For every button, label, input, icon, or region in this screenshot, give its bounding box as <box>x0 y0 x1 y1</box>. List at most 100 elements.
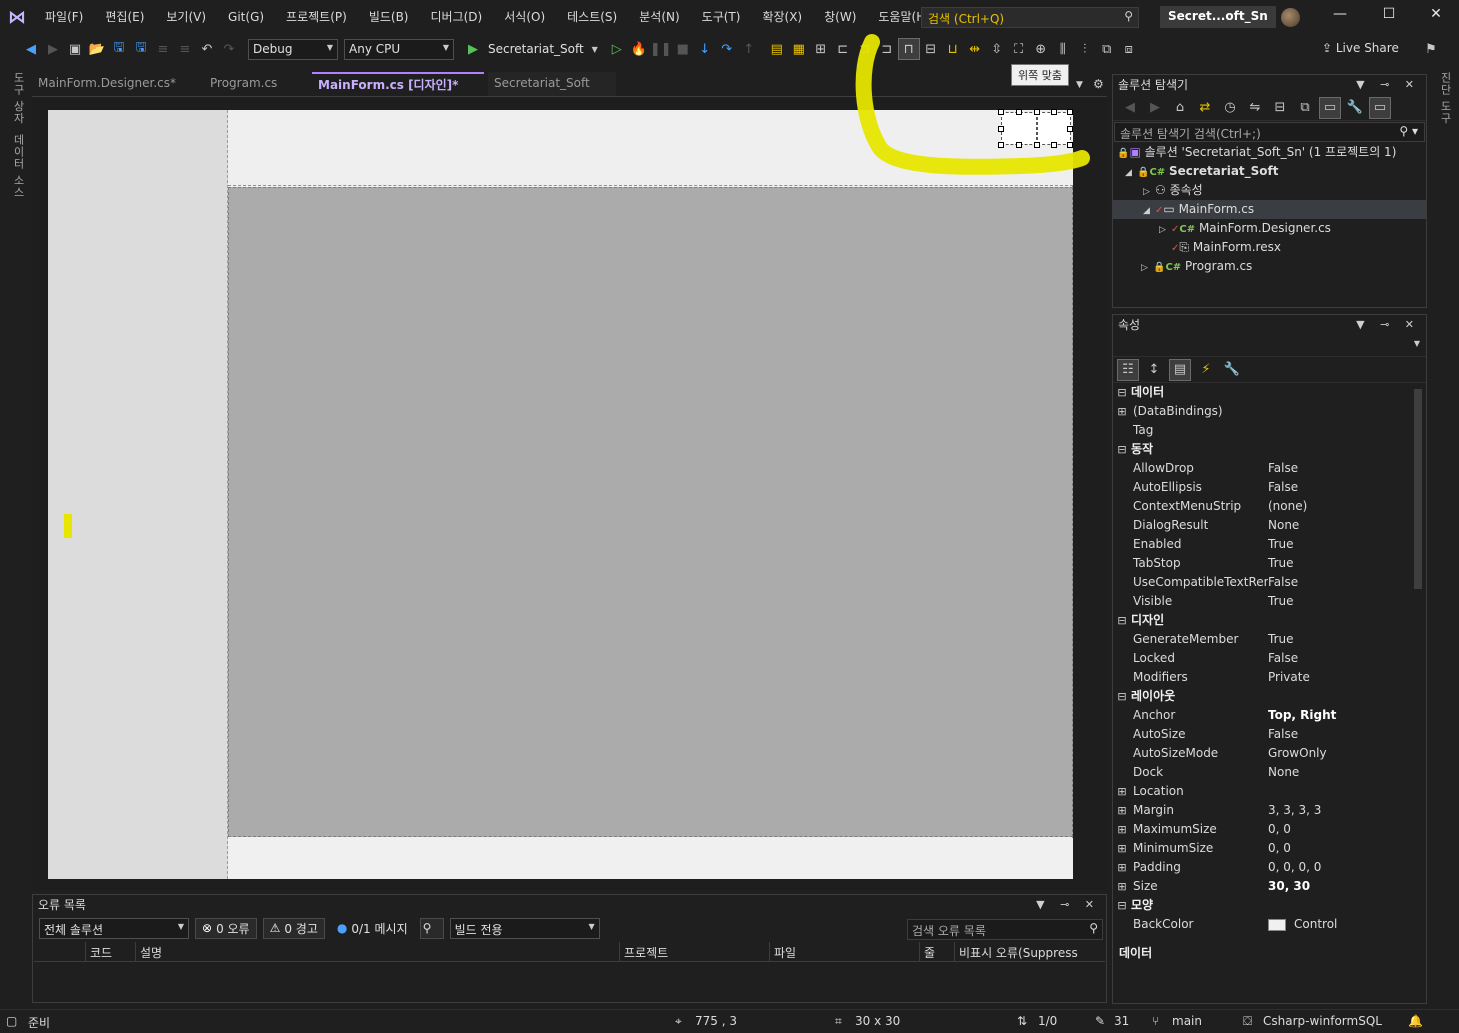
errors-filter-button[interactable]: ⊗ 0 오류 <box>195 917 257 939</box>
align-middles-icon[interactable]: ⊟ <box>920 38 942 60</box>
step-into-icon[interactable]: ↓ <box>694 38 716 60</box>
tree-project[interactable]: ◢ 🔒C# Secretariat_Soft <box>1113 162 1426 181</box>
start-debug-icon[interactable]: ▶ <box>462 38 484 60</box>
align-tops-icon[interactable]: ⊓ <box>897 38 920 60</box>
step-over-icon[interactable]: ↷ <box>716 38 738 60</box>
collapse-icon[interactable]: ⊟ <box>1113 611 1131 630</box>
settings-gear-icon[interactable]: ⚙ <box>1093 77 1104 91</box>
properties-scrollbar[interactable] <box>1414 389 1422 589</box>
property-row[interactable]: Modifiers Private <box>1113 668 1426 687</box>
property-row[interactable]: AutoSize False <box>1113 725 1426 744</box>
property-row[interactable]: Locked False <box>1113 649 1426 668</box>
menu-item[interactable]: 도구(T) <box>691 0 752 34</box>
pencil-icon[interactable]: ✎ <box>1095 1014 1105 1028</box>
menu-item[interactable]: 확장(X) <box>751 0 813 34</box>
menu-item[interactable]: 테스트(S) <box>556 0 628 34</box>
size-to-grid-icon[interactable]: ⊕ <box>1030 38 1052 60</box>
property-pages-wrench-icon[interactable]: 🔧 <box>1221 359 1243 381</box>
property-row[interactable]: Visible True <box>1113 592 1426 611</box>
bring-to-front-icon[interactable]: ⧉ <box>1096 38 1118 60</box>
open-folder-icon[interactable]: 📂 <box>86 38 108 60</box>
status-edits[interactable]: 31 <box>1114 1014 1129 1028</box>
main-panel-control[interactable] <box>228 187 1073 837</box>
menu-item[interactable]: 디버그(D) <box>420 0 494 34</box>
sync-arrows-icon[interactable]: ⇅ <box>1017 1014 1027 1028</box>
redo-icon[interactable]: ↷ <box>218 38 240 60</box>
tree-dependencies[interactable]: ▷ ⚇ 종속성 <box>1113 181 1426 200</box>
home-icon[interactable]: ⌂ <box>1169 97 1191 119</box>
collapse-icon[interactable]: ⊟ <box>1113 383 1131 402</box>
navigate-back-icon[interactable]: ◀ <box>20 38 42 60</box>
property-value[interactable]: (none) <box>1268 497 1307 516</box>
left-panel-control[interactable] <box>48 110 228 879</box>
horizontal-spacing-icon[interactable]: ⫼ <box>1052 38 1074 60</box>
collapse-arrow-icon[interactable]: ▷ <box>1141 259 1153 278</box>
menu-item[interactable]: 파일(F) <box>34 0 94 34</box>
panel-window-controls[interactable]: ▼ ⊸ ✕ <box>1036 895 1100 915</box>
platform-select[interactable]: Any CPU ▼ <box>344 38 454 60</box>
status-repo[interactable]: Csharp-winformSQL <box>1263 1014 1382 1028</box>
property-row[interactable]: GenerateMember True <box>1113 630 1426 649</box>
view-designer-icon[interactable]: ▭ <box>1369 96 1391 119</box>
resize-handle[interactable] <box>1016 142 1022 148</box>
property-row[interactable]: DialogResult None <box>1113 516 1426 535</box>
send-to-back-icon[interactable]: ⧈ <box>1118 38 1140 60</box>
property-row[interactable]: Anchor Top, Right <box>1113 706 1426 725</box>
collapse-icon[interactable]: ⊟ <box>1113 896 1131 915</box>
expand-icon[interactable]: ⊞ <box>1113 402 1131 421</box>
property-row[interactable]: Tag <box>1113 421 1426 440</box>
panel-window-controls[interactable]: ▼ ⊸ ✕ <box>1356 315 1420 335</box>
global-search-input[interactable]: 검색 (Ctrl+Q) ⚲ <box>921 7 1139 28</box>
property-category[interactable]: ⊟ 동작 <box>1113 440 1426 459</box>
tab-mainform-design[interactable]: MainForm.cs [디자인]* ⊸ ✕ <box>312 72 484 114</box>
save-icon[interactable]: 🖫 <box>108 38 130 60</box>
solution-search-input[interactable]: 솔루션 탐색기 검색(Ctrl+;) ⚲ ▾ <box>1114 122 1425 142</box>
tree-mainform-resx[interactable]: ✓⎘ MainForm.resx <box>1113 238 1426 257</box>
resize-handle[interactable] <box>1034 142 1040 148</box>
resize-handle[interactable] <box>1016 109 1022 115</box>
collapse-icon[interactable]: ⊟ <box>1113 440 1131 459</box>
expand-icon[interactable]: ⊞ <box>1113 820 1131 839</box>
hot-reload-icon[interactable]: 🔥 <box>628 38 650 60</box>
close-window-button[interactable]: ✕ <box>1421 6 1451 28</box>
messages-filter-button[interactable]: ● 0/1 메시지 <box>331 918 414 939</box>
property-value[interactable]: 3, 3, 3, 3 <box>1268 801 1321 820</box>
property-row[interactable]: ⊞ Margin 3, 3, 3, 3 <box>1113 801 1426 820</box>
make-same-height-icon[interactable]: ⇳ <box>986 38 1008 60</box>
object-selector-select[interactable]: ▼ <box>1113 335 1426 357</box>
col-line[interactable]: 줄 <box>920 942 955 961</box>
status-output-icon[interactable]: ▢ <box>6 1014 17 1028</box>
layout-icon[interactable]: ▦ <box>788 38 810 60</box>
menu-item[interactable]: 빌드(B) <box>358 0 420 34</box>
resize-handle[interactable] <box>1067 126 1073 132</box>
property-row[interactable]: ⊞ MinimumSize 0, 0 <box>1113 839 1426 858</box>
property-value[interactable]: False <box>1268 725 1298 744</box>
property-value[interactable]: True <box>1268 592 1294 611</box>
property-row[interactable]: ⊞ (DataBindings) <box>1113 402 1426 421</box>
resize-handle[interactable] <box>998 109 1004 115</box>
tab-secretariat-soft[interactable]: Secretariat_Soft <box>488 72 616 96</box>
tab-overflow-icon[interactable]: ▼ <box>1076 80 1083 90</box>
menu-item[interactable]: 창(W) <box>813 0 867 34</box>
feedback-icon[interactable]: ⚑ <box>1420 38 1442 60</box>
property-row[interactable]: Dock None <box>1113 763 1426 782</box>
preview-icon[interactable]: ▭ <box>1319 96 1341 119</box>
diagnostic-tools-tab[interactable]: 진단 도구 <box>1437 72 1453 125</box>
events-lightning-icon[interactable]: ⚡ <box>1195 359 1217 381</box>
selected-button-control-2[interactable] <box>1037 112 1071 145</box>
uncomment-icon[interactable]: ≡ <box>174 38 196 60</box>
error-scope-select[interactable]: 전체 솔루션 ▼ <box>39 917 189 939</box>
error-search-input[interactable]: 검색 오류 목록 ⚲ <box>907 919 1103 940</box>
resize-handle[interactable] <box>998 142 1004 148</box>
forward-icon[interactable]: ▶ <box>1144 97 1166 119</box>
property-row[interactable]: AutoSizeMode GrowOnly <box>1113 744 1426 763</box>
resize-handle[interactable] <box>1051 109 1057 115</box>
align-bottoms-icon[interactable]: ⊔ <box>942 38 964 60</box>
branch-icon[interactable]: ⑂ <box>1152 1014 1159 1028</box>
property-value[interactable]: Control <box>1268 915 1337 934</box>
property-row[interactable]: ⊞ MaximumSize 0, 0 <box>1113 820 1426 839</box>
repository-icon[interactable]: ⛋ <box>1243 1014 1252 1029</box>
property-value[interactable]: False <box>1268 478 1298 497</box>
expand-icon[interactable]: ⊞ <box>1113 801 1131 820</box>
property-value[interactable]: True <box>1268 554 1294 573</box>
